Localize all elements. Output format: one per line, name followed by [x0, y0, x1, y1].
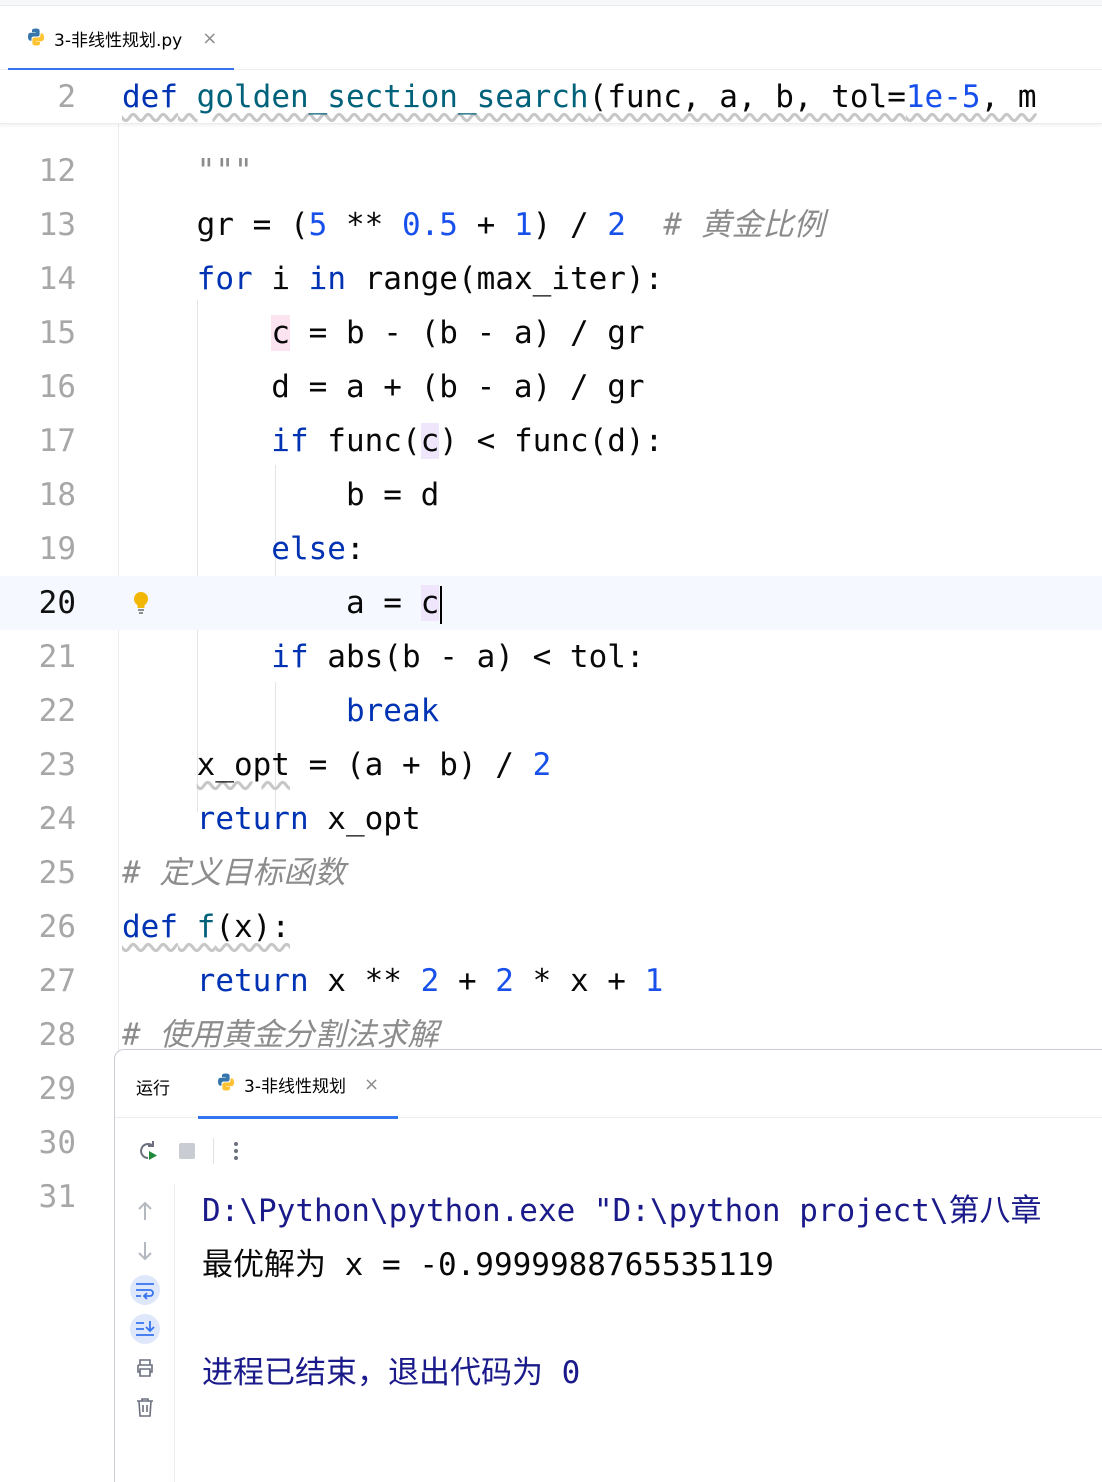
- code-line-26: 26 def f(x):: [38, 909, 290, 945]
- run-tab-label: 3-非线性规划: [244, 1076, 346, 1097]
- close-run-tab-icon[interactable]: ×: [364, 1074, 379, 1095]
- more-icon[interactable]: [223, 1138, 249, 1164]
- python-file-icon: [216, 1072, 236, 1096]
- code-line-22: 22 break: [38, 693, 440, 729]
- soft-wrap-icon[interactable]: [130, 1275, 160, 1305]
- stop-icon[interactable]: [174, 1138, 200, 1164]
- arrow-up-icon[interactable]: [130, 1196, 160, 1226]
- code-line-14: 14 for i in range(max_iter):: [38, 261, 664, 297]
- console-result-line: 最优解为 x = -0.9999988765535119: [202, 1247, 774, 1283]
- code-line-12: 12 """: [38, 153, 253, 189]
- code-line-18: 18 b = d: [38, 477, 440, 513]
- highlighted-symbol-c: c: [271, 315, 290, 351]
- highlighted-symbol-c: c: [420, 423, 440, 459]
- code-line-19: 19 else:: [38, 531, 365, 567]
- line-number: 2: [57, 79, 76, 115]
- rerun-icon[interactable]: [135, 1138, 161, 1164]
- code-line-16: 16 d = a + (b - a) / gr: [38, 369, 645, 405]
- highlighted-symbol-c: c: [420, 585, 440, 621]
- toolbar-separator: [213, 1138, 214, 1164]
- tab-label: 3-非线性规划.py: [54, 31, 183, 51]
- console-command-line: D:\Python\python.exe "D:\python project\…: [202, 1193, 1042, 1229]
- editor-tab-bar: 3-非线性规划.py ×: [0, 0, 1102, 71]
- run-toolbar: [115, 1118, 1102, 1184]
- console-side-toolbar: [115, 1184, 175, 1482]
- python-file-icon: [26, 27, 46, 51]
- sticky-function-header[interactable]: 2 def golden_section_search(func, a, b, …: [0, 70, 1102, 124]
- code-line-21: 21 if abs(b - a) < tol:: [38, 639, 645, 675]
- text-caret: [440, 585, 443, 624]
- print-icon[interactable]: [130, 1353, 160, 1383]
- run-panel-title: 运行: [136, 1079, 170, 1099]
- arrow-down-icon[interactable]: [130, 1236, 160, 1266]
- code-line-23: 23 x_opt = (a + b) / 2: [38, 747, 552, 783]
- run-tool-window: 运行 3-非线性规划 × D:\Python\python.exe "D:\py…: [114, 1049, 1102, 1482]
- code-line-17: 17 if func(c) < func(d):: [38, 423, 664, 459]
- scroll-to-end-icon[interactable]: [130, 1314, 160, 1344]
- run-config-tab[interactable]: 3-非线性规划 ×: [198, 1050, 398, 1119]
- code-line-20-current: 20 a = c: [0, 576, 1102, 630]
- console-exit-line: 进程已结束，退出代码为 0: [202, 1355, 581, 1391]
- run-panel-header: 运行 3-非线性规划 ×: [115, 1050, 1102, 1119]
- code-line-27: 27 return x ** 2 + 2 * x + 1: [38, 963, 664, 999]
- close-tab-icon[interactable]: ×: [202, 28, 217, 49]
- console-output[interactable]: D:\Python\python.exe "D:\python project\…: [202, 1184, 1102, 1482]
- trash-icon[interactable]: [130, 1392, 160, 1422]
- code-line-25: 25 # 定义目标函数: [38, 855, 346, 891]
- code-line-13: 13 gr = (5 ** 0.5 + 1) / 2 # 黄金比例: [38, 207, 825, 243]
- tab-3-nonlinear-programming[interactable]: 3-非线性规划.py ×: [8, 7, 234, 71]
- code-line-24: 24 return x_opt: [38, 801, 421, 837]
- sticky-code: def golden_section_search(func, a, b, to…: [122, 79, 1037, 115]
- code-line-15: 15 c = b - (b - a) / gr: [38, 315, 645, 351]
- window-top-strip: [0, 0, 1102, 6]
